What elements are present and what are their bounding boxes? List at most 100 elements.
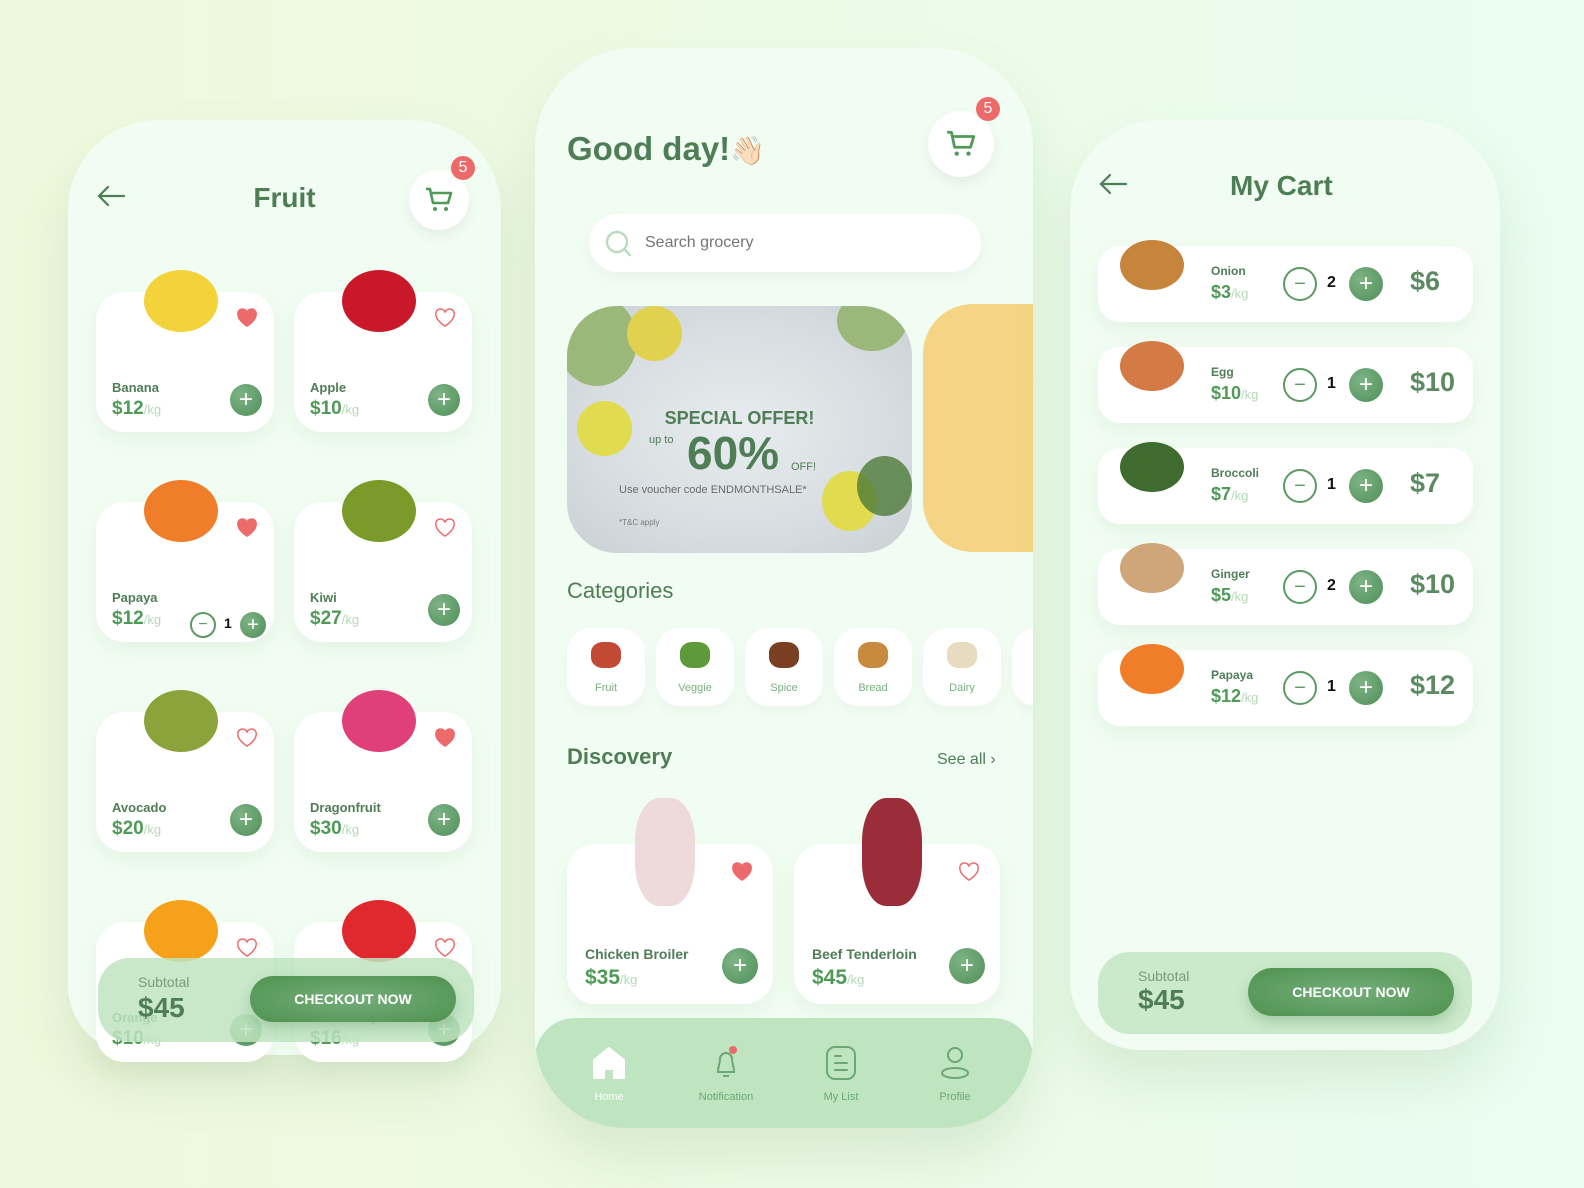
nav-profile[interactable]: Profile [915, 1046, 995, 1103]
cart-item: Papaya $12/kg − 1 + $12 [1098, 644, 1473, 726]
product-card[interactable]: Papaya $12/kg − 1 + [96, 480, 274, 642]
add-to-cart-button[interactable]: + [428, 384, 460, 416]
profile-icon [941, 1047, 969, 1079]
banner-percent: 60% [687, 427, 780, 479]
decrease-qty-button[interactable]: − [190, 612, 216, 638]
greeting-text: Good day! [567, 130, 731, 167]
decrease-qty-button[interactable]: − [1283, 368, 1317, 402]
quantity: 1 [1327, 476, 1336, 493]
product-card[interactable]: Avocado $20/kg + [96, 690, 274, 852]
subtotal-label: Subtotal [1138, 968, 1190, 984]
product-name: Banana [112, 380, 159, 395]
quantity: 1 [1327, 678, 1336, 695]
discovery-card[interactable]: Beef Tenderloin $45/kg + [794, 798, 1000, 1004]
quantity: 2 [1327, 577, 1336, 594]
category-label: Veggie [678, 682, 712, 694]
line-total: $12 [1410, 670, 1456, 700]
decrease-qty-button[interactable]: − [1283, 671, 1317, 705]
discovery-card[interactable]: Chicken Broiler $35/kg + [567, 798, 773, 1004]
category-veggie[interactable]: Veggie [656, 628, 734, 706]
favorite-heart-icon[interactable] [236, 308, 258, 328]
category-dairy[interactable]: Dairy [923, 628, 1001, 706]
see-all-link[interactable]: See all › [937, 751, 996, 769]
cart-button[interactable]: 5 [928, 97, 1000, 177]
increase-qty-button[interactable]: + [1349, 469, 1383, 503]
add-to-cart-button[interactable]: + [428, 804, 460, 836]
product-card[interactable]: Banana $12/kg + [96, 270, 274, 432]
cart-button[interactable]: 5 [409, 156, 475, 230]
promo-banner-next[interactable] [923, 304, 1033, 552]
product-name: Onion [1211, 264, 1246, 278]
cart-item: Ginger $5/kg − 2 + $10 [1098, 543, 1473, 625]
product-price: $27/kg [310, 608, 360, 629]
decrease-qty-button[interactable]: − [1283, 267, 1317, 301]
favorite-heart-icon[interactable] [236, 938, 258, 958]
product-price: $12/kg [112, 398, 162, 419]
bottom-nav: Home Notification My List Profile [535, 1018, 1033, 1128]
category-more[interactable] [1012, 628, 1033, 706]
nav-label: Profile [939, 1091, 971, 1103]
decrease-qty-button[interactable]: − [1283, 570, 1317, 604]
product-price: $45/kg [812, 966, 865, 989]
line-total: $10 [1410, 367, 1456, 397]
add-to-cart-button[interactable]: + [722, 948, 758, 984]
increase-qty-button[interactable]: + [1349, 368, 1383, 402]
checkout-button[interactable]: CHECKOUT NOW [1248, 968, 1454, 1016]
increase-qty-button[interactable]: + [1349, 671, 1383, 705]
product-card[interactable]: Kiwi $27/kg + [294, 480, 472, 642]
product-price: $35/kg [585, 966, 638, 989]
checkout-bar: Subtotal $45 CHECKOUT NOW [1098, 952, 1472, 1034]
add-to-cart-button[interactable]: + [949, 948, 985, 984]
product-image [144, 270, 218, 332]
category-bread[interactable]: Bread [834, 628, 912, 706]
fruit-screen: Fruit 5 Banana $12/kg + Apple $10/kg + P… [68, 120, 501, 1062]
product-card[interactable]: Dragonfruit $30/kg + [294, 690, 472, 852]
increase-qty-button[interactable]: + [1349, 267, 1383, 301]
increase-qty-button[interactable]: + [1349, 570, 1383, 604]
increase-qty-button[interactable]: + [240, 612, 266, 638]
decrease-qty-button[interactable]: − [1283, 469, 1317, 503]
pear-decoration [627, 306, 682, 361]
favorite-heart-icon[interactable] [731, 862, 753, 882]
add-to-cart-button[interactable]: + [230, 384, 262, 416]
add-to-cart-button[interactable]: + [428, 594, 460, 626]
cart-icon [947, 130, 976, 156]
cart-count-badge: 5 [976, 97, 1000, 121]
checkout-bar: Subtotal $45 CHECKOUT NOW [98, 958, 474, 1042]
unit-price: $5/kg [1211, 585, 1249, 605]
subtotal-label: Subtotal [138, 974, 190, 990]
unit-price: $7/kg [1211, 484, 1249, 504]
category-fruit[interactable]: Fruit [567, 628, 645, 706]
banner-voucher: Use voucher code ENDMONTHSALE* [619, 484, 807, 496]
checkout-button[interactable]: CHECKOUT NOW [250, 976, 456, 1022]
product-price: $30/kg [310, 818, 360, 839]
product-image [1120, 644, 1184, 694]
product-image [1120, 240, 1184, 290]
product-card[interactable]: Apple $10/kg + [294, 270, 472, 432]
favorite-heart-icon[interactable] [434, 938, 456, 958]
product-name: Apple [310, 380, 347, 395]
nav-home[interactable]: Home [569, 1046, 649, 1103]
favorite-heart-icon[interactable] [434, 728, 456, 748]
add-to-cart-button[interactable]: + [230, 804, 262, 836]
unit-price: $12/kg [1211, 686, 1259, 706]
list-icon [826, 1046, 856, 1080]
categories-title: Categories [567, 578, 674, 603]
search-bar[interactable] [589, 214, 981, 272]
category-label: Fruit [595, 682, 617, 694]
favorite-heart-icon[interactable] [958, 862, 980, 882]
nav-my-list[interactable]: My List [801, 1046, 881, 1103]
category-spice[interactable]: Spice [745, 628, 823, 706]
favorite-heart-icon[interactable] [434, 518, 456, 538]
favorite-heart-icon[interactable] [434, 308, 456, 328]
home-screen: Good day!👋🏻 5 SPECIAL OFFER! up to 60% O… [535, 48, 1033, 1128]
product-image [342, 480, 416, 542]
product-name: Beef Tenderloin [812, 946, 917, 962]
favorite-heart-icon[interactable] [236, 518, 258, 538]
search-input[interactable] [645, 228, 965, 258]
favorite-heart-icon[interactable] [236, 728, 258, 748]
nav-notification[interactable]: Notification [686, 1046, 766, 1103]
product-name: Dragonfruit [310, 800, 381, 815]
back-arrow-icon[interactable] [1098, 172, 1128, 196]
promo-banner[interactable]: SPECIAL OFFER! up to 60% OFF! Use vouche… [567, 306, 912, 553]
